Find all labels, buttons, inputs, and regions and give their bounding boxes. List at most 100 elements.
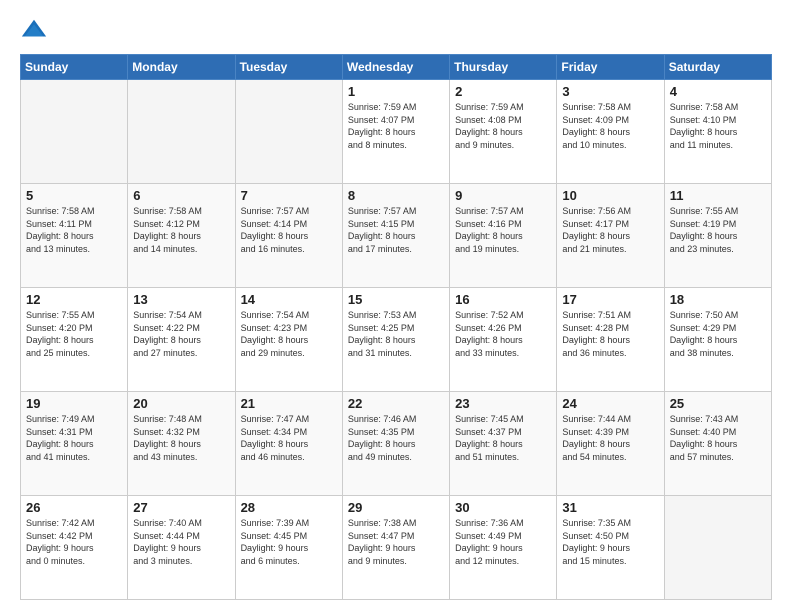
- calendar-cell: 30Sunrise: 7:36 AM Sunset: 4:49 PM Dayli…: [450, 496, 557, 600]
- day-info: Sunrise: 7:55 AM Sunset: 4:19 PM Dayligh…: [670, 205, 766, 255]
- day-number: 27: [133, 500, 229, 515]
- calendar-cell: 27 Sunrise: 7:40 AM Sunset: 4:44 PM Dayli…: [128, 496, 235, 600]
- week-row-2: 5 Sunrise: 7:58 AM Sunset: 4:11 PM Daylig…: [21, 184, 772, 288]
- day-number: 26: [26, 500, 122, 515]
- day-number: 17: [562, 292, 658, 307]
- logo: [20, 16, 52, 44]
- day-number: 4: [670, 84, 766, 99]
- day-info: Sunrise: 7:47 AM Sunset: 4:34 PM Dayligh…: [241, 413, 337, 463]
- day-info: Sunrise: 7:46 AM Sunset: 4:35 PM Dayligh…: [348, 413, 444, 463]
- calendar-cell: 25 Sunrise: 7:43 AM Sunset: 4:40 PM Dayli…: [664, 392, 771, 496]
- calendar-cell: 28 Sunrise: 7:39 AM Sunset: 4:45 PM Dayli…: [235, 496, 342, 600]
- header: [20, 16, 772, 44]
- day-info: Sunrise: 7:58 AM Sunset: 4:09 PM Dayligh…: [562, 101, 658, 151]
- day-number: 3: [562, 84, 658, 99]
- calendar-table: SundayMondayTuesdayWednesdayThursdayFrid…: [20, 54, 772, 600]
- day-info: Sunrise: 7:57 AM Sunset: 4:16 PM Dayligh…: [455, 205, 551, 255]
- calendar-cell: 14Sunrise: 7:54 AM Sunset: 4:23 PM Dayli…: [235, 288, 342, 392]
- calendar-cell: 15 Sunrise: 7:53 AM Sunset: 4:25 PM Dayli…: [342, 288, 449, 392]
- calendar-cell: 2 Sunrise: 7:59 AM Sunset: 4:08 PM Daylig…: [450, 80, 557, 184]
- calendar-cell: 5 Sunrise: 7:58 AM Sunset: 4:11 PM Daylig…: [21, 184, 128, 288]
- day-info: Sunrise: 7:50 AM Sunset: 4:29 PM Dayligh…: [670, 309, 766, 359]
- day-number: 9: [455, 188, 551, 203]
- day-info: Sunrise: 7:58 AM Sunset: 4:12 PM Dayligh…: [133, 205, 229, 255]
- day-info: Sunrise: 7:54 AM Sunset: 4:22 PM Dayligh…: [133, 309, 229, 359]
- day-info: Sunrise: 7:45 AM Sunset: 4:37 PM Dayligh…: [455, 413, 551, 463]
- day-number: 31: [562, 500, 658, 515]
- page: SundayMondayTuesdayWednesdayThursdayFrid…: [0, 0, 792, 612]
- calendar-cell: 19Sunrise: 7:49 AM Sunset: 4:31 PM Dayli…: [21, 392, 128, 496]
- calendar-cell: 3 Sunrise: 7:58 AM Sunset: 4:09 PM Daylig…: [557, 80, 664, 184]
- day-number: 8: [348, 188, 444, 203]
- day-number: 24: [562, 396, 658, 411]
- week-row-3: 12Sunrise: 7:55 AM Sunset: 4:20 PM Dayli…: [21, 288, 772, 392]
- weekday-header-friday: Friday: [557, 55, 664, 80]
- day-info: Sunrise: 7:35 AM Sunset: 4:50 PM Dayligh…: [562, 517, 658, 567]
- logo-icon: [20, 16, 48, 44]
- day-info: Sunrise: 7:53 AM Sunset: 4:25 PM Dayligh…: [348, 309, 444, 359]
- day-info: Sunrise: 7:38 AM Sunset: 4:47 PM Dayligh…: [348, 517, 444, 567]
- day-number: 2: [455, 84, 551, 99]
- day-info: Sunrise: 7:59 AM Sunset: 4:08 PM Dayligh…: [455, 101, 551, 151]
- calendar-cell: [21, 80, 128, 184]
- week-row-5: 26 Sunrise: 7:42 AM Sunset: 4:42 PM Dayli…: [21, 496, 772, 600]
- calendar-cell: 10 Sunrise: 7:56 AM Sunset: 4:17 PM Dayli…: [557, 184, 664, 288]
- day-number: 15: [348, 292, 444, 307]
- calendar-cell: 6 Sunrise: 7:58 AM Sunset: 4:12 PM Daylig…: [128, 184, 235, 288]
- calendar-cell: 11 Sunrise: 7:55 AM Sunset: 4:19 PM Dayli…: [664, 184, 771, 288]
- calendar-cell: 12Sunrise: 7:55 AM Sunset: 4:20 PM Dayli…: [21, 288, 128, 392]
- calendar-cell: 29 Sunrise: 7:38 AM Sunset: 4:47 PM Dayli…: [342, 496, 449, 600]
- day-number: 29: [348, 500, 444, 515]
- day-info: Sunrise: 7:54 AM Sunset: 4:23 PM Dayligh…: [241, 309, 337, 359]
- weekday-header-monday: Monday: [128, 55, 235, 80]
- day-info: Sunrise: 7:44 AM Sunset: 4:39 PM Dayligh…: [562, 413, 658, 463]
- weekday-header-wednesday: Wednesday: [342, 55, 449, 80]
- day-number: 10: [562, 188, 658, 203]
- day-info: Sunrise: 7:40 AM Sunset: 4:44 PM Dayligh…: [133, 517, 229, 567]
- day-number: 22: [348, 396, 444, 411]
- day-info: Sunrise: 7:48 AM Sunset: 4:32 PM Dayligh…: [133, 413, 229, 463]
- day-info: Sunrise: 7:51 AM Sunset: 4:28 PM Dayligh…: [562, 309, 658, 359]
- day-number: 6: [133, 188, 229, 203]
- calendar-cell: 8 Sunrise: 7:57 AM Sunset: 4:15 PM Daylig…: [342, 184, 449, 288]
- day-info: Sunrise: 7:58 AM Sunset: 4:10 PM Dayligh…: [670, 101, 766, 151]
- day-number: 18: [670, 292, 766, 307]
- day-info: Sunrise: 7:58 AM Sunset: 4:11 PM Dayligh…: [26, 205, 122, 255]
- day-number: 19: [26, 396, 122, 411]
- day-number: 13: [133, 292, 229, 307]
- calendar-cell: 24 Sunrise: 7:44 AM Sunset: 4:39 PM Dayli…: [557, 392, 664, 496]
- day-number: 25: [670, 396, 766, 411]
- week-row-4: 19Sunrise: 7:49 AM Sunset: 4:31 PM Dayli…: [21, 392, 772, 496]
- calendar-cell: 9 Sunrise: 7:57 AM Sunset: 4:16 PM Daylig…: [450, 184, 557, 288]
- day-info: Sunrise: 7:52 AM Sunset: 4:26 PM Dayligh…: [455, 309, 551, 359]
- day-number: 5: [26, 188, 122, 203]
- day-info: Sunrise: 7:57 AM Sunset: 4:15 PM Dayligh…: [348, 205, 444, 255]
- day-number: 28: [241, 500, 337, 515]
- day-number: 1: [348, 84, 444, 99]
- day-number: 23: [455, 396, 551, 411]
- calendar-cell: 20 Sunrise: 7:48 AM Sunset: 4:32 PM Dayli…: [128, 392, 235, 496]
- calendar-cell: 4 Sunrise: 7:58 AM Sunset: 4:10 PM Daylig…: [664, 80, 771, 184]
- weekday-header-row: SundayMondayTuesdayWednesdayThursdayFrid…: [21, 55, 772, 80]
- calendar-cell: 22 Sunrise: 7:46 AM Sunset: 4:35 PM Dayli…: [342, 392, 449, 496]
- day-info: Sunrise: 7:43 AM Sunset: 4:40 PM Dayligh…: [670, 413, 766, 463]
- calendar-cell: [128, 80, 235, 184]
- day-info: Sunrise: 7:36 AM Sunset: 4:49 PM Dayligh…: [455, 517, 551, 567]
- calendar-cell: 17 Sunrise: 7:51 AM Sunset: 4:28 PM Dayli…: [557, 288, 664, 392]
- calendar-cell: 18 Sunrise: 7:50 AM Sunset: 4:29 PM Dayli…: [664, 288, 771, 392]
- day-info: Sunrise: 7:59 AM Sunset: 4:07 PM Dayligh…: [348, 101, 444, 151]
- calendar-cell: 7Sunrise: 7:57 AM Sunset: 4:14 PM Daylig…: [235, 184, 342, 288]
- weekday-header-tuesday: Tuesday: [235, 55, 342, 80]
- day-number: 16: [455, 292, 551, 307]
- week-row-1: 1 Sunrise: 7:59 AM Sunset: 4:07 PM Daylig…: [21, 80, 772, 184]
- day-number: 12: [26, 292, 122, 307]
- day-info: Sunrise: 7:42 AM Sunset: 4:42 PM Dayligh…: [26, 517, 122, 567]
- day-info: Sunrise: 7:56 AM Sunset: 4:17 PM Dayligh…: [562, 205, 658, 255]
- calendar-cell: 1 Sunrise: 7:59 AM Sunset: 4:07 PM Daylig…: [342, 80, 449, 184]
- day-number: 20: [133, 396, 229, 411]
- weekday-header-saturday: Saturday: [664, 55, 771, 80]
- calendar-cell: [235, 80, 342, 184]
- day-number: 11: [670, 188, 766, 203]
- day-info: Sunrise: 7:39 AM Sunset: 4:45 PM Dayligh…: [241, 517, 337, 567]
- weekday-header-thursday: Thursday: [450, 55, 557, 80]
